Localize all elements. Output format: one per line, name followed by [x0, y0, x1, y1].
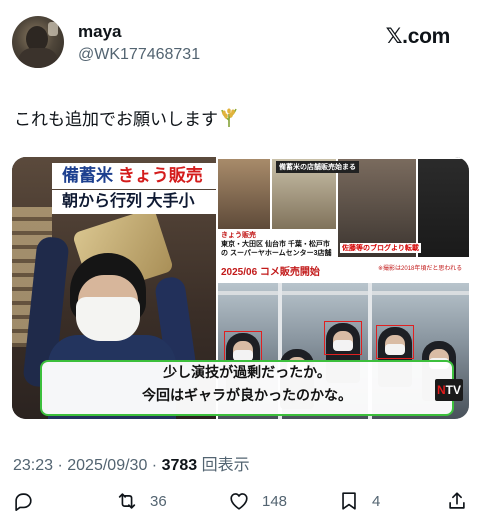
view-count: 3783 — [161, 457, 198, 474]
ntv-logo: NTV — [435, 379, 463, 401]
collage-caption: きょう販売 東京・大田区 仙台市 千葉・松戸市の スーパーヤホームセンター3店舗 — [218, 229, 336, 265]
retweet-count: 36 — [150, 492, 167, 510]
rice-plant-icon — [218, 108, 240, 128]
retweet-icon — [118, 493, 136, 509]
like-button[interactable]: 148 — [228, 486, 287, 516]
reply-button[interactable] — [12, 486, 34, 516]
user-handle[interactable]: @WK177468731 — [78, 46, 200, 64]
share-button[interactable] — [446, 486, 468, 516]
collage-title: 備蓄米の店舗販売始まる — [276, 161, 359, 173]
post-image[interactable]: 備蓄米 きょう販売 朝から行列 大手小 備蓄米の店舗販売始まる きょう販売 東京・… — [12, 157, 469, 419]
post-timestamp[interactable]: 23:23 · 2025/09/30 · 3783 回表示 — [13, 451, 250, 475]
subtitle-caption: 少し演技が過剰だったか。 今回はギャラが良かったのかな。 — [40, 360, 454, 416]
brand-logo: 𝕏.com — [385, 25, 451, 48]
collage-label: 佐藤等のブログより転載 — [340, 243, 421, 253]
display-name[interactable]: maya — [78, 22, 121, 42]
action-bar: 36 148 4 — [0, 486, 480, 516]
news-banner-headline: 備蓄米 きょう販売 — [52, 163, 216, 189]
subtitle-line-2: 今回はギャラが良かったのかな。 — [142, 388, 352, 404]
date-strip: 2025/06 コメ販売開始 — [218, 265, 320, 281]
subtitle-line-1: 少し演技が過剰だったか。 — [163, 365, 331, 381]
heart-icon — [230, 493, 248, 510]
like-count: 148 — [262, 492, 288, 510]
news-banner-subhead: 朝から行列 大手小 — [52, 190, 216, 214]
reply-icon — [15, 493, 32, 511]
share-icon — [449, 492, 465, 509]
post-text-content: これも追加でお願いします — [14, 110, 218, 129]
views-label: 回表示 — [197, 457, 250, 474]
collage-note: ※撮影は2018年頃だと思われる — [378, 266, 463, 272]
post-text: これも追加でお願いします — [14, 105, 240, 130]
bookmark-count: 4 — [372, 492, 381, 510]
bookmark-icon — [342, 492, 356, 510]
bookmark-button[interactable]: 4 — [338, 486, 380, 516]
retweet-button[interactable]: 36 — [116, 486, 167, 516]
time-date: 23:23 · 2025/09/30 · — [13, 457, 162, 474]
avatar[interactable] — [12, 16, 64, 68]
